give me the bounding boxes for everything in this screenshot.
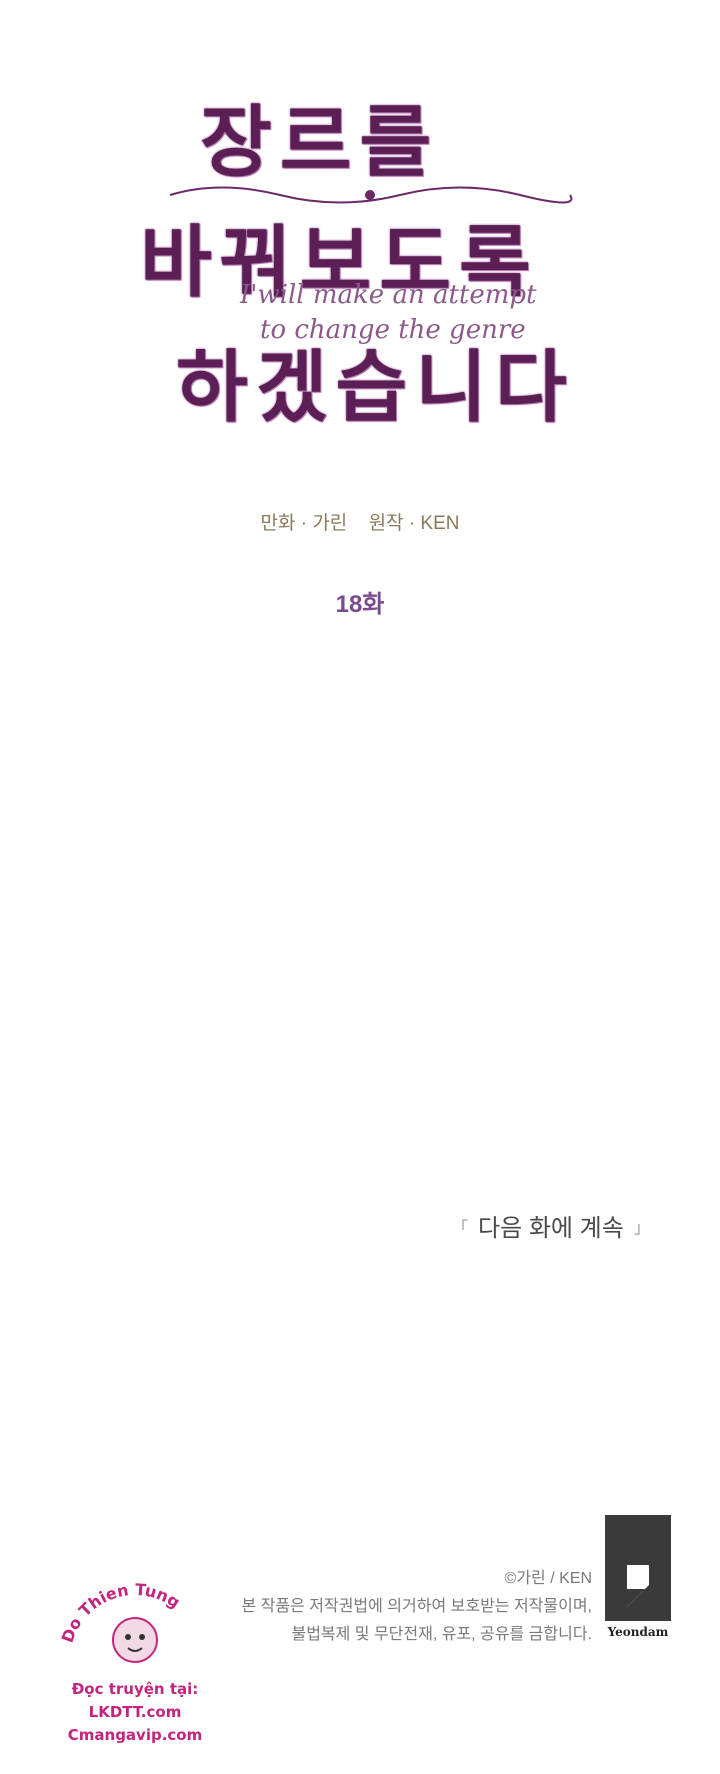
copyright-notice: ©가린 / KEN 본 작품은 저작권법에 의거하여 보호받는 저작물이며, 불… [241, 1565, 592, 1649]
publisher-name: Yeondam [607, 1625, 669, 1639]
watermark-line-1: Đọc truyện tại: [71, 1680, 199, 1698]
title-line-1: 장르를 [200, 97, 440, 188]
copyright-prohibition: 불법복제 및 무단전재, 유포, 공유를 금합니다. [291, 1626, 592, 1643]
title-line-3: 하겠습니다 [176, 342, 575, 433]
to-be-continued: ｢ 다음 화에 계속 ｣ [460, 1208, 642, 1243]
copyright-statement: 본 작품은 저작권법에 의거하여 보호받는 저작물이며, [241, 1598, 592, 1615]
episode-number: 18화 [335, 591, 385, 618]
watermark-line-3: Cmangavip.com [67, 1726, 203, 1744]
scanlation-watermark: Do Thien Tung Đọc truyện tại: LKDTT.com … [50, 1560, 220, 1760]
open-bracket-icon: ｢ [460, 1219, 469, 1237]
watermark-mascot-icon: Do Thien Tung [58, 1580, 184, 1663]
watermark-line-2: LKDTT.com [88, 1703, 182, 1721]
credits: 만화 · 가린 원작 · KEN [0, 508, 720, 535]
series-title-logo: 장르를 바꿔보도록 I'will make an attempt to chan… [140, 70, 580, 450]
artist-credit: 만화 · 가린 [260, 513, 348, 534]
continued-text: 다음 화에 계속 [478, 1215, 624, 1242]
author-credit: 원작 · KEN [368, 513, 460, 534]
close-bracket-icon: ｣ [633, 1219, 642, 1237]
copyright-holders: ©가린 / KEN [504, 1570, 592, 1587]
publisher-mark-icon [605, 1515, 671, 1621]
publisher-logo: Yeondam [605, 1515, 671, 1639]
english-subtitle-line-1: I'will make an attempt [240, 280, 537, 310]
